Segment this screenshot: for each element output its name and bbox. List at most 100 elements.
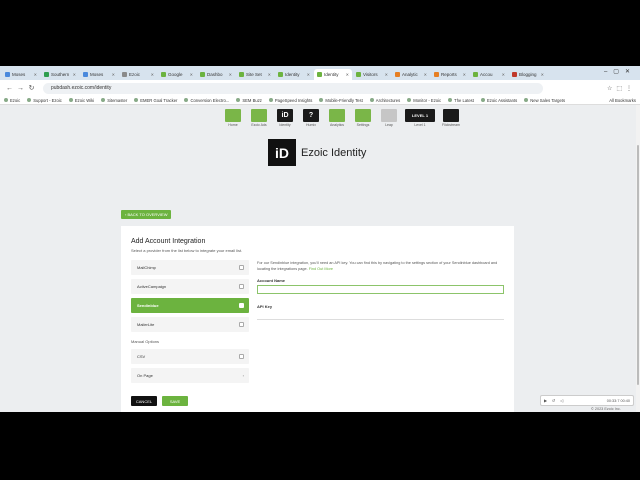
volume-icon[interactable]: ◁ — [560, 398, 563, 403]
integration-description: For our Sendinblue integration, you'll n… — [257, 261, 498, 271]
back-arrow-icon[interactable]: ← — [4, 85, 15, 92]
save-button[interactable]: SAVE — [162, 396, 188, 406]
bookmark-item[interactable]: Ezoic — [4, 98, 20, 103]
app-analytics[interactable]: Analytics — [326, 109, 348, 127]
chevron-right-icon[interactable]: › — [243, 373, 244, 378]
tab-10[interactable]: Analytic ✕ — [392, 69, 430, 80]
app-level-1[interactable]: LEVEL 1 Level 1 — [404, 109, 436, 127]
bookmark-favicon-icon — [480, 98, 485, 102]
bookmark-item[interactable]: Conversion Electro... — [184, 98, 229, 103]
bookmark-label: PageSpeed Insights — [274, 97, 313, 103]
bookmark-label: Monitor - Ezoic — [413, 97, 442, 103]
rewind-icon[interactable]: ↺ — [552, 398, 555, 403]
app-humix[interactable]: ? Humix — [300, 109, 322, 127]
scrollbar-thumb[interactable] — [637, 145, 639, 385]
tab-2[interactable]: Moses ✕ — [80, 69, 118, 80]
app-icon — [329, 109, 345, 122]
tab-close-icon[interactable]: ✕ — [424, 72, 427, 77]
provider-activecampaign[interactable]: ActiveCampaign — [131, 279, 249, 294]
page-content: Home Ezoic Ads iD Identity? Humix Analytics Se… — [0, 105, 636, 412]
back-to-overview-button[interactable]: ‹ BACK TO OVERVIEW — [121, 210, 172, 219]
manual-option-label: On Page — [137, 373, 153, 378]
api-key-input[interactable] — [257, 311, 504, 320]
tab-1[interactable]: Southern ✕ — [41, 69, 79, 80]
tab-close-icon[interactable]: ✕ — [190, 72, 193, 77]
app-settings[interactable]: Settings — [352, 109, 374, 127]
tab-favicon-icon — [5, 72, 10, 77]
bookmark-item[interactable]: New Sales Targets — [524, 98, 565, 103]
bookmark-item[interactable]: PageSpeed Insights — [268, 97, 313, 103]
manual-option-csv[interactable]: CSV — [131, 349, 249, 364]
tab-close-icon[interactable]: ✕ — [268, 72, 271, 77]
app-leap[interactable]: Leap — [378, 109, 400, 127]
provider-mailerlite[interactable]: MailerLite — [131, 317, 249, 332]
bookmark-item[interactable]: Ezoic Assistants — [480, 98, 517, 103]
bookmark-item[interactable]: Support - Ezoic — [27, 98, 62, 103]
bookmark-item[interactable]: Architectures — [369, 98, 400, 103]
bookmark-favicon-icon — [448, 98, 453, 102]
tab-close-icon[interactable]: ✕ — [73, 72, 76, 77]
tab-0[interactable]: Moses ✕ — [2, 69, 40, 80]
integration-card: Add Account Integration Select a provide… — [121, 226, 514, 412]
tab-close-icon[interactable]: ✕ — [307, 72, 310, 77]
checkbox-icon[interactable] — [239, 322, 244, 327]
tab-close-icon[interactable]: ✕ — [385, 72, 388, 77]
url-input[interactable]: pubdash.ezoic.com/identity — [43, 82, 543, 94]
app-label: Humix — [306, 123, 316, 127]
tab-8[interactable]: Identity ✕ — [314, 69, 352, 80]
extension-icons[interactable]: ☆⬚⋮ — [607, 85, 636, 92]
bookmark-item[interactable]: Ezoic Wiki — [68, 98, 94, 103]
tab-close-icon[interactable]: ✕ — [151, 72, 154, 77]
forward-arrow-icon[interactable]: → — [15, 85, 26, 92]
tab-13[interactable]: Blogging ✕ — [509, 69, 547, 80]
bookmark-item[interactable]: Mobile-Friendly Test — [319, 98, 363, 103]
bookmark-item[interactable]: EMER Goal Tracker — [134, 98, 177, 103]
app-label: Identity — [279, 123, 291, 127]
bookmark-item[interactable]: Monitor - Ezoic — [407, 98, 441, 103]
account-name-input[interactable] — [257, 285, 504, 294]
app-identity[interactable]: iD Identity — [274, 109, 296, 127]
tab-7[interactable]: Identity ✕ — [275, 69, 313, 80]
bookmark-favicon-icon — [68, 98, 73, 102]
find-out-more-link[interactable]: Find Out More — [309, 267, 333, 271]
tab-close-icon[interactable]: ✕ — [112, 72, 115, 77]
all-bookmarks-link[interactable]: All Bookmarks — [609, 98, 636, 103]
reload-icon[interactable]: ↻ — [26, 84, 37, 92]
tab-close-icon[interactable]: ✕ — [502, 72, 505, 77]
window-controls[interactable]: –▢✕ — [604, 68, 636, 75]
checkbox-icon[interactable] — [239, 303, 244, 308]
app-home[interactable]: Home — [222, 109, 244, 127]
tab-9[interactable]: Visitors ✕ — [353, 69, 391, 80]
manual-options-label: Manual Options — [131, 339, 160, 344]
manual-option-on-page[interactable]: On Page › — [131, 368, 249, 383]
tab-12[interactable]: Accou ✕ — [470, 69, 508, 80]
tab-favicon-icon — [512, 72, 517, 77]
tab-close-icon[interactable]: ✕ — [541, 72, 544, 77]
checkbox-icon[interactable] — [239, 284, 244, 289]
tab-11[interactable]: Reports ✕ — [431, 69, 469, 80]
app-flickstream[interactable]: Flickstream — [440, 109, 462, 127]
provider-mailchimp[interactable]: MailChimp — [131, 260, 249, 275]
tab-favicon-icon — [317, 72, 322, 77]
tab-4[interactable]: Google ✕ — [158, 69, 196, 80]
tab-close-icon[interactable]: ✕ — [34, 72, 37, 77]
provider-sendinblue[interactable]: Sendinblue — [131, 298, 249, 313]
tab-close-icon[interactable]: ✕ — [229, 72, 232, 77]
tab-3[interactable]: Ezoic ✕ — [119, 69, 157, 80]
tab-title: Ezoic — [129, 72, 141, 77]
bookmark-item[interactable]: The Latest — [448, 98, 474, 103]
app-ezoic-ads[interactable]: Ezoic Ads — [248, 109, 270, 127]
tab-close-icon[interactable]: ✕ — [346, 72, 349, 77]
cancel-button[interactable]: CANCEL — [131, 396, 157, 406]
play-icon[interactable]: ▶ — [544, 398, 547, 403]
checkbox-icon[interactable] — [239, 265, 244, 270]
tab-5[interactable]: Dashbo ✕ — [197, 69, 235, 80]
bookmark-item[interactable]: Sitemaster — [101, 98, 127, 103]
checkbox-icon[interactable] — [239, 354, 244, 359]
tab-close-icon[interactable]: ✕ — [463, 72, 466, 77]
manual-option-label: CSV — [137, 354, 146, 359]
page-scrollbar[interactable] — [636, 105, 640, 412]
bookmark-item[interactable]: SEM Buzz — [236, 98, 262, 103]
tab-6[interactable]: Site Set ✕ — [236, 69, 274, 80]
video-time: 00:33:7 00:40 — [606, 398, 630, 403]
